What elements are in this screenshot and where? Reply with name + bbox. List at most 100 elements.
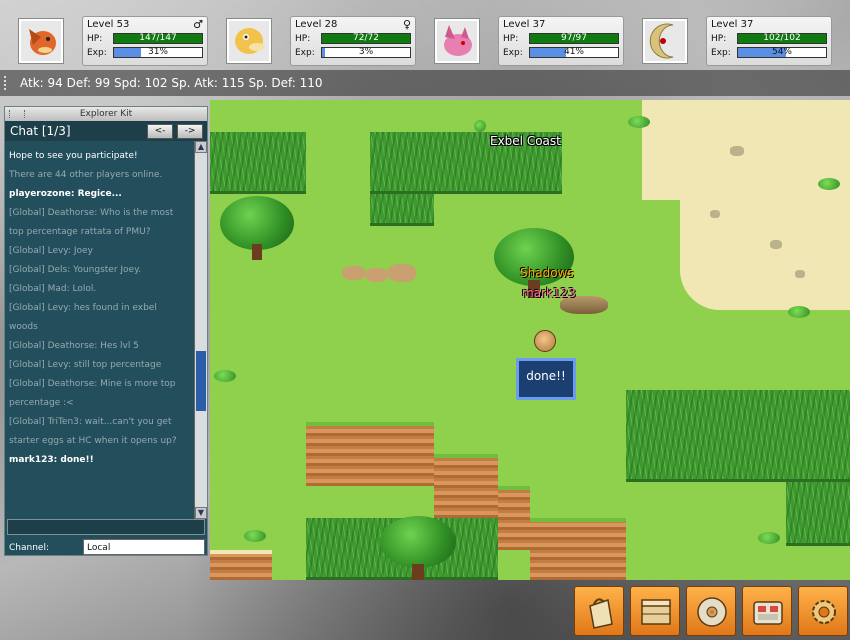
disc-icon [697, 597, 727, 627]
exp-fill [530, 48, 567, 57]
exp-bar: 31% [113, 47, 203, 58]
channel-select[interactable]: Local [83, 539, 205, 555]
pebble [710, 210, 720, 218]
cliff-ledge [306, 422, 434, 486]
chat-window-titlebar[interactable]: Explorer Kit [5, 107, 207, 121]
tree-crown [380, 516, 456, 568]
tree-crown [220, 196, 294, 250]
tall-grass [210, 132, 306, 194]
chat-message: percentage :< [9, 398, 74, 408]
tall-grass [370, 194, 434, 226]
chat-message: Hope to see you participate! [9, 151, 138, 161]
moves-button[interactable] [686, 586, 736, 636]
bush [214, 370, 236, 382]
channel-label: Channel: [9, 543, 49, 553]
exp-bar: 3% [321, 47, 411, 58]
bag-icon [589, 598, 613, 629]
chat-message: [Global] Levy: Joey [9, 246, 93, 256]
bush [788, 306, 810, 318]
exp-label: Exp: [87, 47, 107, 58]
chat-page-title: Chat [1/3] [10, 124, 71, 138]
psyduck-portrait-icon [235, 28, 265, 54]
chat-message: top percentage rattata of PMU? [9, 227, 151, 237]
bottom-toolbar [574, 584, 850, 640]
hp-label: HP: [295, 33, 311, 44]
chat-message: [Global] Deathorse: Mine is more top [9, 379, 176, 389]
storage-button[interactable] [630, 586, 680, 636]
chat-message: [Global] Levy: hes found in exbel [9, 303, 157, 313]
chat-next-page-button[interactable]: -> [177, 124, 203, 139]
party-stats-1: Level 53 ♂ HP: 147/147 Exp: 31% [82, 16, 208, 66]
exp-text: 3% [358, 47, 374, 57]
party-level: Level 53 [87, 19, 130, 30]
party-stats-3: Level 37 HP: 97/97 Exp: 41% [498, 16, 624, 66]
gender-male-icon: ♂ [193, 18, 203, 31]
hp-bar: 102/102 [737, 33, 827, 44]
bush [244, 530, 266, 542]
tree-trunk [412, 564, 424, 580]
party-level: Level 37 [503, 19, 546, 30]
speech-bubble: done!! [516, 358, 576, 400]
cliff-ledge [434, 454, 498, 518]
exp-fill [114, 48, 142, 57]
pebble [730, 146, 744, 156]
chat-message: [Global] Levy: still top percentage [9, 360, 162, 370]
settings-button[interactable] [798, 586, 848, 636]
bush [818, 178, 840, 190]
party-stats-2: Level 28 ♀ HP: 72/72 Exp: 3% [290, 16, 416, 66]
hp-bar: 147/147 [113, 33, 203, 44]
hp-label: HP: [87, 33, 103, 44]
drag-grip-icon[interactable] [4, 76, 12, 90]
exp-label: Exp: [295, 47, 315, 58]
scroll-down-arrow-icon[interactable]: ▼ [195, 507, 207, 519]
chat-message: starter eggs at HC when it opens up? [9, 436, 177, 446]
boulder [342, 266, 366, 280]
boulder [366, 268, 388, 282]
chat-message: [Global] TriTen3: wait...can't you get [9, 417, 172, 427]
bush [628, 116, 650, 128]
exp-text: 54% [771, 47, 792, 57]
party-level: Level 28 [295, 19, 338, 30]
chat-prev-page-button[interactable]: <- [147, 124, 173, 139]
chat-message: mark123: done!! [9, 455, 94, 465]
bush [474, 120, 486, 132]
map-name-label: Exbel Coast [490, 134, 561, 148]
stats-line: Atk: 94 Def: 99 Spd: 102 Sp. Atk: 115 Sp… [0, 70, 850, 96]
party-portrait-3[interactable] [434, 18, 480, 64]
party-portrait-1[interactable] [18, 18, 64, 64]
tall-grass [626, 390, 850, 482]
chat-panel: Explorer Kit Chat [1/3] <- -> Hope to se… [4, 106, 208, 556]
chat-message: [Global] Deathorse: Who is the most [9, 208, 174, 218]
titlebar-grip-icon[interactable] [9, 110, 25, 118]
team-case-icon [753, 601, 783, 625]
chat-message: [Global] Deathorse: Hes lvl 5 [9, 341, 139, 351]
player-sprite[interactable] [534, 330, 556, 352]
chat-input[interactable] [7, 519, 205, 535]
lunatone-portrait-icon [649, 23, 674, 59]
scroll-thumb[interactable] [196, 351, 206, 411]
cliff-ledge [210, 550, 272, 580]
nidorino-portrait-icon [444, 25, 472, 56]
tree [380, 516, 456, 580]
bag-button[interactable] [574, 586, 624, 636]
scroll-up-arrow-icon[interactable]: ▲ [195, 141, 207, 153]
team-button[interactable] [742, 586, 792, 636]
charizard-portrait-icon [29, 29, 56, 55]
chat-message: [Global] Mad: Lolol. [9, 284, 97, 294]
chat-window-title: Explorer Kit [79, 109, 133, 119]
hp-bar: 97/97 [529, 33, 619, 44]
party-portrait-2[interactable] [226, 18, 272, 64]
npc-name-label: Shadows [520, 266, 574, 280]
chat-scrollbar[interactable]: ▲ ▼ [194, 141, 207, 519]
tree-trunk [252, 244, 262, 260]
game-map[interactable]: Exbel Coast Shadows mark123 done!! [210, 100, 850, 580]
party-portrait-4[interactable] [642, 18, 688, 64]
cliff-ledge [498, 486, 530, 550]
chat-message: playerozone: Regice... [9, 189, 122, 199]
settings-gear-icon [812, 600, 836, 624]
boulder [388, 264, 416, 282]
exp-text: 31% [147, 47, 168, 57]
pebble [770, 240, 782, 249]
storage-box-icon [641, 599, 671, 625]
chat-header: Chat [1/3] <- -> [5, 121, 207, 141]
